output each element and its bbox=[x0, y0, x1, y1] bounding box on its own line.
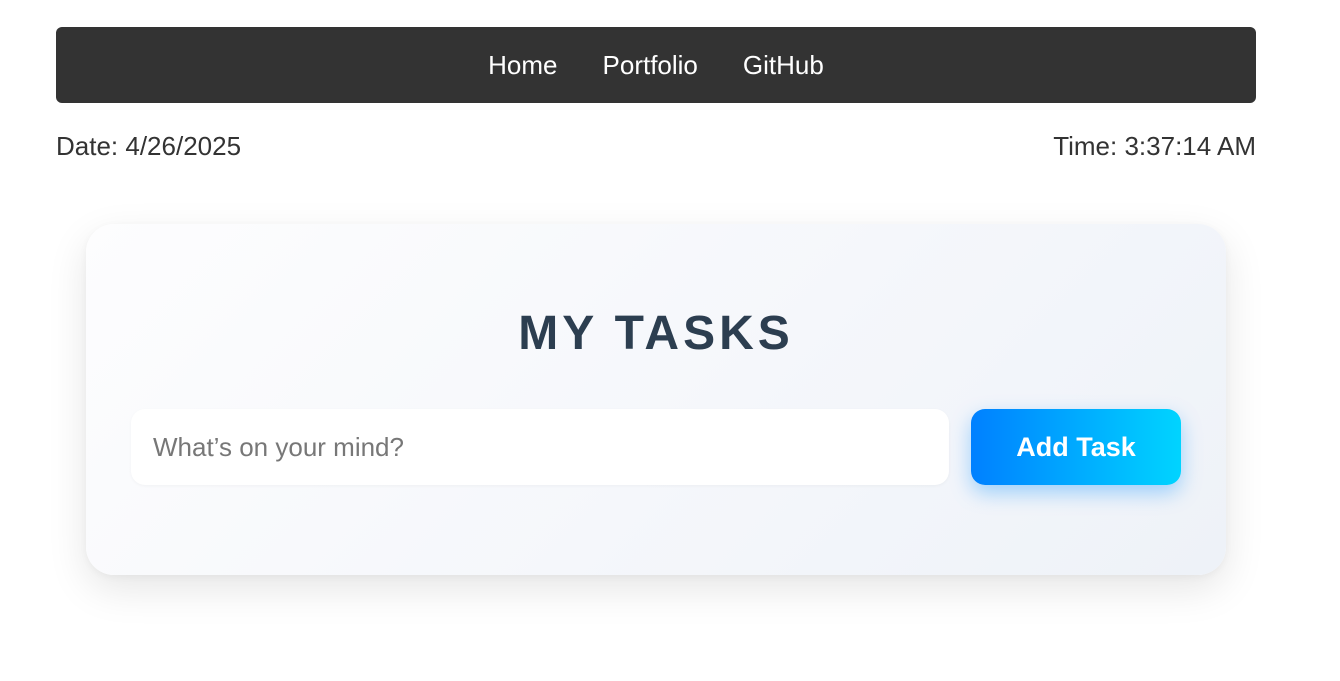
nav-link-github[interactable]: GitHub bbox=[743, 52, 824, 78]
top-navbar: Home Portfolio GitHub bbox=[56, 27, 1256, 103]
task-input[interactable] bbox=[131, 409, 949, 485]
current-time: Time: 3:37:14 AM bbox=[1053, 131, 1256, 161]
task-card: MY TASKS Add Task bbox=[86, 224, 1226, 575]
nav-link-home[interactable]: Home bbox=[488, 52, 557, 78]
page-title: MY TASKS bbox=[518, 307, 794, 360]
add-task-button[interactable]: Add Task bbox=[971, 409, 1181, 485]
date-time-row: Date: 4/26/2025 Time: 3:37:14 AM bbox=[56, 131, 1256, 162]
nav-link-portfolio[interactable]: Portfolio bbox=[603, 52, 698, 78]
current-date: Date: 4/26/2025 bbox=[56, 131, 242, 161]
